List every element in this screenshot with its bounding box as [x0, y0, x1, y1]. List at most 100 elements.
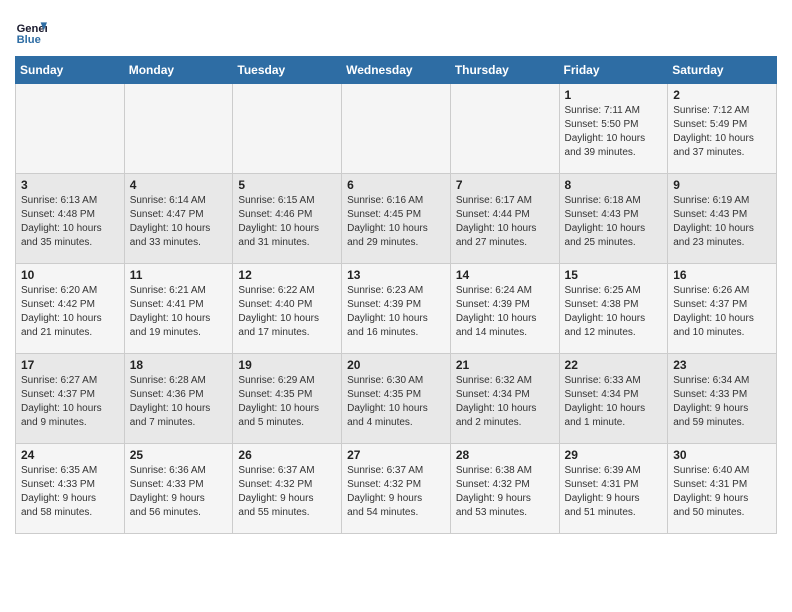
calendar-cell: 26 Sunrise: 6:37 AM Sunset: 4:32 PM Dayli…	[233, 444, 342, 534]
weekday-header: Thursday	[450, 57, 559, 84]
day-info: Sunrise: 6:36 AM Sunset: 4:33 PM Dayligh…	[130, 464, 228, 520]
day-number: 22	[565, 358, 663, 372]
day-info: Sunrise: 6:22 AM Sunset: 4:40 PM Dayligh…	[238, 284, 336, 340]
day-info: Sunrise: 6:26 AM Sunset: 4:37 PM Dayligh…	[673, 284, 771, 340]
day-info: Sunrise: 6:30 AM Sunset: 4:35 PM Dayligh…	[347, 374, 445, 430]
calendar-cell: 8 Sunrise: 6:18 AM Sunset: 4:43 PM Daylig…	[559, 174, 668, 264]
day-number: 16	[673, 268, 771, 282]
day-number: 23	[673, 358, 771, 372]
calendar-cell: 5 Sunrise: 6:15 AM Sunset: 4:46 PM Daylig…	[233, 174, 342, 264]
day-info: Sunrise: 6:29 AM Sunset: 4:35 PM Dayligh…	[238, 374, 336, 430]
calendar-cell: 19 Sunrise: 6:29 AM Sunset: 4:35 PM Dayli…	[233, 354, 342, 444]
calendar-cell: 9 Sunrise: 6:19 AM Sunset: 4:43 PM Daylig…	[668, 174, 777, 264]
day-info: Sunrise: 6:17 AM Sunset: 4:44 PM Dayligh…	[456, 194, 554, 250]
day-info: Sunrise: 6:18 AM Sunset: 4:43 PM Dayligh…	[565, 194, 663, 250]
day-info: Sunrise: 6:21 AM Sunset: 4:41 PM Dayligh…	[130, 284, 228, 340]
day-info: Sunrise: 6:32 AM Sunset: 4:34 PM Dayligh…	[456, 374, 554, 430]
day-number: 13	[347, 268, 445, 282]
calendar-cell: 18 Sunrise: 6:28 AM Sunset: 4:36 PM Dayli…	[124, 354, 233, 444]
calendar-week: 10 Sunrise: 6:20 AM Sunset: 4:42 PM Dayli…	[16, 264, 777, 354]
day-number: 18	[130, 358, 228, 372]
day-number: 3	[21, 178, 119, 192]
day-info: Sunrise: 6:15 AM Sunset: 4:46 PM Dayligh…	[238, 194, 336, 250]
logo: General Blue	[15, 16, 51, 48]
day-info: Sunrise: 6:40 AM Sunset: 4:31 PM Dayligh…	[673, 464, 771, 520]
calendar-cell: 12 Sunrise: 6:22 AM Sunset: 4:40 PM Dayli…	[233, 264, 342, 354]
day-info: Sunrise: 6:35 AM Sunset: 4:33 PM Dayligh…	[21, 464, 119, 520]
day-info: Sunrise: 7:12 AM Sunset: 5:49 PM Dayligh…	[673, 104, 771, 160]
weekday-header: Wednesday	[342, 57, 451, 84]
calendar-week: 17 Sunrise: 6:27 AM Sunset: 4:37 PM Dayli…	[16, 354, 777, 444]
calendar-cell: 20 Sunrise: 6:30 AM Sunset: 4:35 PM Dayli…	[342, 354, 451, 444]
calendar-week: 3 Sunrise: 6:13 AM Sunset: 4:48 PM Daylig…	[16, 174, 777, 264]
day-number: 7	[456, 178, 554, 192]
day-info: Sunrise: 6:14 AM Sunset: 4:47 PM Dayligh…	[130, 194, 228, 250]
day-number: 29	[565, 448, 663, 462]
calendar-cell: 1Sunrise: 7:11 AM Sunset: 5:50 PM Daylig…	[559, 84, 668, 174]
day-number: 30	[673, 448, 771, 462]
day-number: 25	[130, 448, 228, 462]
calendar-cell: 2 Sunrise: 7:12 AM Sunset: 5:49 PM Daylig…	[668, 84, 777, 174]
calendar-cell: 29Sunrise: 6:39 AM Sunset: 4:31 PM Dayli…	[559, 444, 668, 534]
calendar-cell: 24Sunrise: 6:35 AM Sunset: 4:33 PM Dayli…	[16, 444, 125, 534]
calendar-cell: 14Sunrise: 6:24 AM Sunset: 4:39 PM Dayli…	[450, 264, 559, 354]
calendar-cell	[16, 84, 125, 174]
day-number: 9	[673, 178, 771, 192]
page-header: General Blue	[15, 10, 777, 48]
day-info: Sunrise: 6:19 AM Sunset: 4:43 PM Dayligh…	[673, 194, 771, 250]
calendar-cell: 4 Sunrise: 6:14 AM Sunset: 4:47 PM Daylig…	[124, 174, 233, 264]
day-number: 4	[130, 178, 228, 192]
calendar-cell: 10 Sunrise: 6:20 AM Sunset: 4:42 PM Dayli…	[16, 264, 125, 354]
day-number: 15	[565, 268, 663, 282]
day-number: 8	[565, 178, 663, 192]
day-info: Sunrise: 6:23 AM Sunset: 4:39 PM Dayligh…	[347, 284, 445, 340]
calendar-cell: 11 Sunrise: 6:21 AM Sunset: 4:41 PM Dayli…	[124, 264, 233, 354]
calendar-cell: 3 Sunrise: 6:13 AM Sunset: 4:48 PM Daylig…	[16, 174, 125, 264]
calendar-cell: 22 Sunrise: 6:33 AM Sunset: 4:34 PM Dayli…	[559, 354, 668, 444]
day-info: Sunrise: 6:13 AM Sunset: 4:48 PM Dayligh…	[21, 194, 119, 250]
day-info: Sunrise: 6:37 AM Sunset: 4:32 PM Dayligh…	[238, 464, 336, 520]
calendar-week: 1Sunrise: 7:11 AM Sunset: 5:50 PM Daylig…	[16, 84, 777, 174]
calendar-cell	[233, 84, 342, 174]
day-info: Sunrise: 6:37 AM Sunset: 4:32 PM Dayligh…	[347, 464, 445, 520]
day-number: 21	[456, 358, 554, 372]
day-number: 14	[456, 268, 554, 282]
calendar-cell: 7 Sunrise: 6:17 AM Sunset: 4:44 PM Daylig…	[450, 174, 559, 264]
calendar-cell: 16 Sunrise: 6:26 AM Sunset: 4:37 PM Dayli…	[668, 264, 777, 354]
calendar-cell	[124, 84, 233, 174]
calendar-cell: 27 Sunrise: 6:37 AM Sunset: 4:32 PM Dayli…	[342, 444, 451, 534]
day-info: Sunrise: 6:38 AM Sunset: 4:32 PM Dayligh…	[456, 464, 554, 520]
weekday-header: Friday	[559, 57, 668, 84]
calendar-cell: 25 Sunrise: 6:36 AM Sunset: 4:33 PM Dayli…	[124, 444, 233, 534]
calendar-cell: 13 Sunrise: 6:23 AM Sunset: 4:39 PM Dayli…	[342, 264, 451, 354]
day-number: 20	[347, 358, 445, 372]
day-number: 27	[347, 448, 445, 462]
calendar-week: 24Sunrise: 6:35 AM Sunset: 4:33 PM Dayli…	[16, 444, 777, 534]
day-info: Sunrise: 6:20 AM Sunset: 4:42 PM Dayligh…	[21, 284, 119, 340]
logo-icon: General Blue	[15, 16, 47, 48]
day-info: Sunrise: 6:27 AM Sunset: 4:37 PM Dayligh…	[21, 374, 119, 430]
calendar-cell: 23 Sunrise: 6:34 AM Sunset: 4:33 PM Dayli…	[668, 354, 777, 444]
day-number: 10	[21, 268, 119, 282]
day-info: Sunrise: 6:34 AM Sunset: 4:33 PM Dayligh…	[673, 374, 771, 430]
day-info: Sunrise: 6:16 AM Sunset: 4:45 PM Dayligh…	[347, 194, 445, 250]
day-number: 11	[130, 268, 228, 282]
day-number: 12	[238, 268, 336, 282]
day-info: Sunrise: 6:28 AM Sunset: 4:36 PM Dayligh…	[130, 374, 228, 430]
calendar-cell: 6 Sunrise: 6:16 AM Sunset: 4:45 PM Daylig…	[342, 174, 451, 264]
day-number: 26	[238, 448, 336, 462]
calendar-cell: 21 Sunrise: 6:32 AM Sunset: 4:34 PM Dayli…	[450, 354, 559, 444]
day-number: 2	[673, 88, 771, 102]
day-number: 28	[456, 448, 554, 462]
day-number: 6	[347, 178, 445, 192]
calendar-cell: 28 Sunrise: 6:38 AM Sunset: 4:32 PM Dayli…	[450, 444, 559, 534]
day-number: 17	[21, 358, 119, 372]
svg-text:Blue: Blue	[17, 34, 41, 46]
calendar-header: SundayMondayTuesdayWednesdayThursdayFrid…	[16, 57, 777, 84]
day-number: 19	[238, 358, 336, 372]
calendar-cell: 17 Sunrise: 6:27 AM Sunset: 4:37 PM Dayli…	[16, 354, 125, 444]
day-info: Sunrise: 6:33 AM Sunset: 4:34 PM Dayligh…	[565, 374, 663, 430]
calendar-cell	[342, 84, 451, 174]
day-number: 5	[238, 178, 336, 192]
calendar-cell	[450, 84, 559, 174]
